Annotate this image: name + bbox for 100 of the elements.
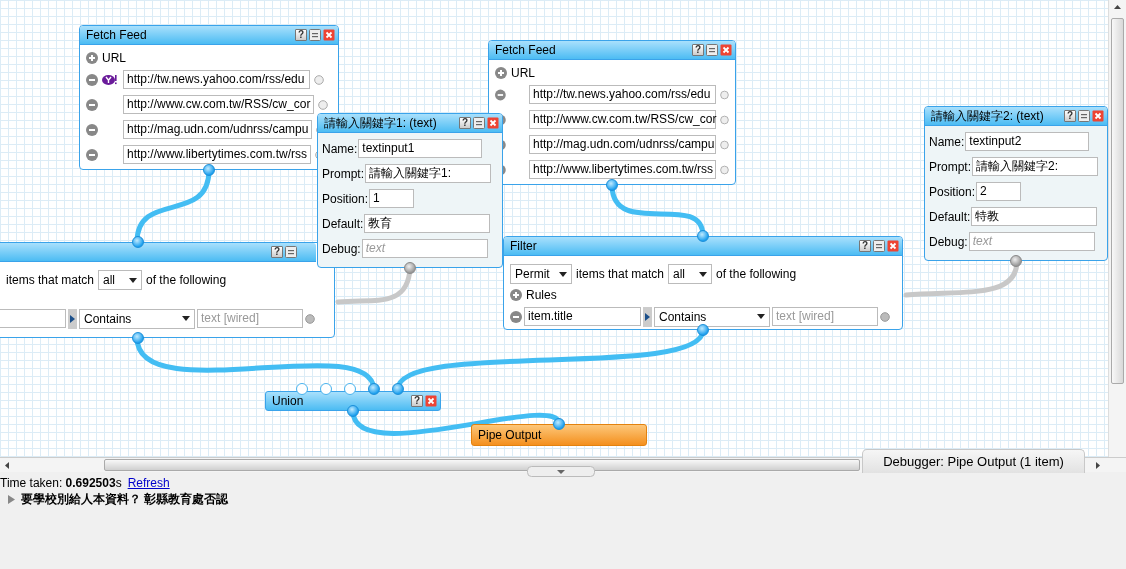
filter-text: of the following	[146, 273, 227, 287]
url-field[interactable]: http://www.cw.com.tw/RSS/cw_cor	[123, 95, 315, 114]
input-field[interactable]: 請輸入關鍵字2:	[972, 157, 1098, 176]
terminal-dot[interactable]	[720, 164, 729, 175]
input-field[interactable]: 2	[976, 182, 1022, 201]
module-title-bar[interactable]: Fetch Feed ?	[80, 26, 338, 45]
dropdown[interactable]: Contains	[79, 308, 195, 329]
input-field[interactable]: textinput1	[358, 139, 483, 158]
minimize-icon[interactable]	[873, 240, 885, 252]
minus-icon[interactable]	[510, 310, 522, 323]
filter-text: items that match	[576, 267, 665, 281]
module-title: Fetch Feed	[86, 28, 148, 42]
connector-dot[interactable]	[697, 230, 709, 242]
url-field[interactable]: http://www.cw.com.tw/RSS/cw_cor	[529, 110, 716, 129]
module-title: Union	[272, 394, 305, 408]
url-field[interactable]: http://mag.udn.com/udnrss/campu	[123, 120, 313, 139]
field-label: Prompt:	[929, 159, 971, 174]
module-title-bar[interactable]: Pipe Output	[471, 424, 647, 446]
url-field[interactable]: http://mag.udn.com/udnrss/campu	[529, 135, 716, 154]
refresh-link[interactable]: Refresh	[127, 476, 170, 490]
field-label: URL	[102, 51, 126, 65]
expand-triangle-icon[interactable]	[8, 495, 15, 504]
module-title: Filter	[510, 239, 538, 253]
minus-icon[interactable]	[86, 73, 98, 86]
terminal-dot[interactable]	[318, 99, 329, 110]
help-button[interactable]: ?	[692, 44, 704, 56]
minus-icon[interactable]	[86, 148, 98, 161]
module-title-bar[interactable]: 請輸入關鍵字2: (text) ?	[925, 107, 1107, 126]
url-field[interactable]: http://tw.news.yahoo.com/rss/edu	[529, 85, 716, 104]
dropdown[interactable]: all	[668, 264, 713, 284]
minimize-icon[interactable]	[285, 246, 297, 258]
url-field[interactable]: http://tw.news.yahoo.com/rss/edu	[123, 70, 310, 89]
help-button[interactable]: ?	[859, 240, 871, 252]
panel-resize-handle[interactable]	[527, 466, 595, 477]
module-title-bar[interactable]: Fetch Feed ?	[489, 41, 735, 60]
connector-dot[interactable]	[368, 383, 380, 395]
debugger-tab[interactable]: Debugger: Pipe Output (1 item)	[862, 449, 1085, 473]
module-title-bar[interactable]: Union ?	[265, 391, 441, 411]
dropdown[interactable]: Contains	[654, 306, 770, 327]
close-icon[interactable]	[487, 117, 499, 129]
minimize-icon[interactable]	[473, 117, 485, 129]
scroll-left-icon[interactable]	[5, 462, 9, 469]
scroll-right-icon[interactable]	[1096, 462, 1100, 469]
close-icon[interactable]	[323, 29, 335, 41]
minus-icon[interactable]	[86, 123, 98, 136]
module-title-bar[interactable]: 請輸入關鍵字1: (text) ?	[318, 114, 502, 133]
caret-icon	[757, 314, 765, 319]
minus-icon[interactable]	[86, 98, 98, 111]
input-field[interactable]: item.title	[524, 307, 641, 326]
close-icon[interactable]	[1092, 110, 1104, 122]
minimize-icon[interactable]	[1078, 110, 1090, 122]
dropdown[interactable]: all	[98, 270, 143, 290]
time-taken-text: Time taken: 0.692503s	[0, 476, 122, 490]
close-icon[interactable]	[720, 44, 732, 56]
help-button[interactable]: ?	[271, 246, 283, 258]
help-button[interactable]: ?	[295, 29, 307, 41]
dropdown[interactable]: Permit	[510, 264, 572, 284]
minimize-icon[interactable]	[309, 29, 321, 41]
scrollbar-thumb[interactable]	[1111, 18, 1124, 384]
field-label: Debug:	[929, 234, 968, 249]
field-label: Name:	[322, 141, 358, 156]
field-label: Position:	[929, 184, 976, 199]
close-icon[interactable]	[425, 395, 437, 407]
help-button[interactable]: ?	[459, 117, 471, 129]
input-field[interactable]: 特教	[971, 207, 1098, 226]
minus-icon[interactable]	[495, 88, 506, 101]
help-button[interactable]: ?	[411, 395, 423, 407]
connector-dot[interactable]	[296, 383, 308, 395]
help-button[interactable]: ?	[1064, 110, 1076, 122]
url-field[interactable]: http://www.libertytimes.com.tw/rss	[123, 145, 312, 164]
field-label: Prompt:	[322, 166, 364, 181]
connector-dot[interactable]	[344, 383, 356, 395]
field-label: Name:	[929, 134, 965, 149]
input-field[interactable]: textinput2	[965, 132, 1090, 151]
url-field[interactable]: http://www.libertytimes.com.tw/rss	[529, 160, 716, 179]
terminal-dot[interactable]	[720, 139, 729, 150]
plus-icon[interactable]	[510, 289, 522, 301]
plus-icon[interactable]	[495, 67, 507, 79]
connector-dot[interactable]	[320, 383, 332, 395]
terminal-dot[interactable]	[305, 313, 315, 324]
connector-dot[interactable]	[392, 383, 404, 395]
terminal-dot[interactable]	[314, 74, 324, 85]
caret-icon	[559, 271, 567, 277]
plus-icon[interactable]	[86, 52, 98, 64]
module-title-bar[interactable]: Filter ?	[504, 237, 902, 256]
input-field[interactable]: 教育	[364, 214, 491, 233]
module-title-bar[interactable]: ?	[0, 243, 316, 262]
close-icon[interactable]	[887, 240, 899, 252]
terminal-dot[interactable]	[720, 114, 729, 125]
terminal-dot[interactable]	[720, 89, 729, 100]
terminal-dot[interactable]	[880, 311, 890, 322]
input-field[interactable]: 請輸入關鍵字1:	[365, 164, 491, 183]
filter-text: items that match	[6, 273, 95, 287]
caret-icon	[182, 316, 190, 321]
input-field[interactable]: 1	[369, 189, 415, 208]
vertical-scrollbar[interactable]	[1108, 0, 1126, 457]
scroll-up-icon[interactable]	[1114, 5, 1121, 9]
minimize-icon[interactable]	[706, 44, 718, 56]
result-title[interactable]: 要學校別給人本資料？ 彰縣教育處否認	[21, 491, 229, 508]
scrollbar-thumb[interactable]	[104, 459, 860, 471]
